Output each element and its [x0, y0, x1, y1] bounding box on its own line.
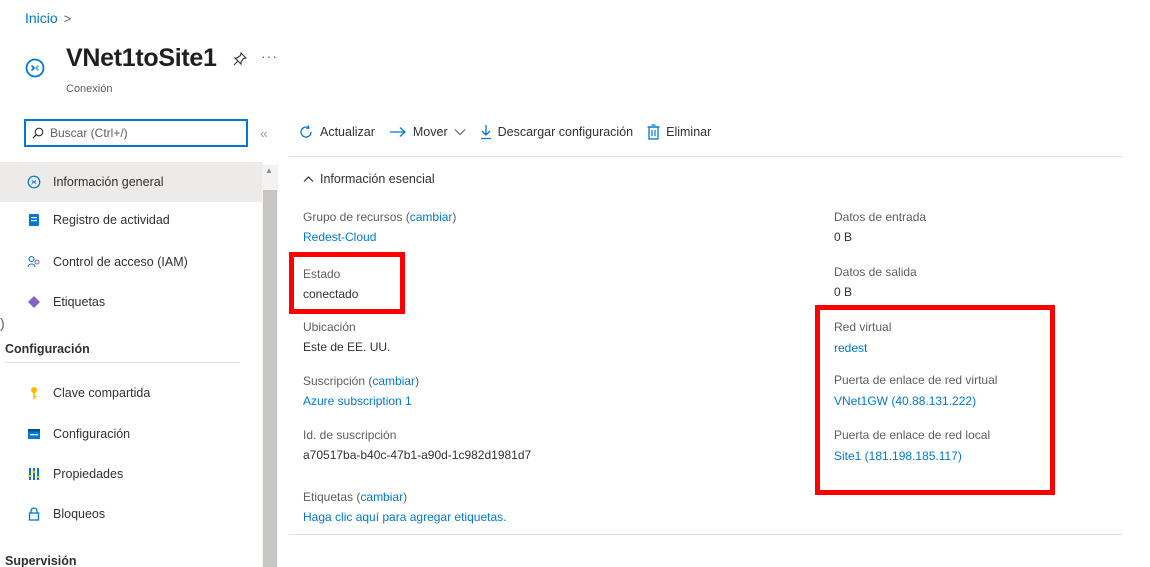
- arrow-right-icon: [389, 127, 406, 137]
- sidebar-item-tags[interactable]: Etiquetas: [0, 282, 262, 322]
- sidebar-item-locks[interactable]: Bloqueos: [0, 494, 262, 534]
- refresh-icon: [300, 125, 312, 138]
- sidebar-item-label: Información general: [53, 175, 164, 189]
- data-out-value: 0 B: [834, 285, 853, 299]
- sidebar-item-label: Etiquetas: [53, 295, 106, 309]
- sidebar-item-configuration[interactable]: Configuración: [0, 414, 262, 454]
- download-label: Descargar configuración: [497, 125, 634, 139]
- sidebar-item-label: Control de acceso (IAM): [53, 255, 188, 269]
- sidebar-item-shared-key[interactable]: Clave compartida: [0, 373, 262, 413]
- section-divider: [5, 362, 240, 363]
- subscription-label: Suscripción (cambiar): [303, 374, 420, 388]
- scroll-up-arrow-icon[interactable]: ▲: [265, 166, 273, 175]
- sidebar-item-properties[interactable]: Propiedades: [0, 454, 262, 494]
- data-in-label: Datos de entrada: [834, 210, 927, 224]
- chevron-up-icon: [303, 176, 314, 182]
- essentials-divider: [289, 534, 1122, 535]
- page-title: VNet1toSite1: [66, 44, 217, 72]
- subscription-change-link[interactable]: cambiar: [372, 374, 415, 388]
- download-icon: [480, 125, 491, 140]
- sidebar-item-overview[interactable]: Información general: [0, 162, 262, 202]
- collapse-sidebar-icon[interactable]: «: [260, 125, 268, 141]
- sidebar-section-monitoring: Supervisión: [5, 554, 77, 567]
- sidebar: Información general Registro de activida…: [0, 158, 262, 567]
- subscription-id-value: a70517ba-b40c-47b1-a90d-1c982d1981d7: [303, 448, 532, 462]
- resource-group-value[interactable]: Redest-Cloud: [303, 230, 376, 244]
- search-box[interactable]: [24, 119, 248, 147]
- settings-icon: [27, 427, 41, 441]
- subscription-id-label: Id. de suscripción: [303, 428, 397, 442]
- more-options-icon[interactable]: ···: [261, 48, 278, 64]
- delete-icon: [647, 124, 660, 140]
- sidebar-item-label: Configuración: [53, 427, 131, 441]
- sidebar-item-activity-log[interactable]: Registro de actividad: [0, 200, 262, 240]
- breadcrumb-home-link[interactable]: Inicio: [25, 10, 58, 26]
- move-label: Mover: [412, 125, 448, 139]
- delete-label: Eliminar: [666, 125, 712, 139]
- sidebar-item-label: Registro de actividad: [53, 213, 170, 227]
- breadcrumb-separator: >: [63, 10, 72, 26]
- download-config-button[interactable]: Descargar configuración: [480, 124, 634, 140]
- sidebar-scrollbar-thumb[interactable]: [263, 190, 277, 567]
- refresh-label: Actualizar: [320, 125, 375, 139]
- search-input[interactable]: [50, 126, 230, 140]
- sidebar-section-configuration: Configuración: [5, 342, 90, 356]
- essentials-title: Información esencial: [320, 172, 435, 186]
- location-value: Este de EE. UU.: [303, 340, 391, 354]
- tag-icon: [27, 295, 41, 309]
- sidebar-item-label: Clave compartida: [53, 386, 151, 400]
- add-tags-link[interactable]: Haga clic aquí para agregar etiquetas.: [303, 510, 506, 524]
- network-highlight-box: [815, 305, 1055, 495]
- iam-icon: [27, 255, 41, 269]
- search-icon: [32, 127, 44, 139]
- delete-button[interactable]: Eliminar: [647, 124, 711, 140]
- properties-icon: [27, 467, 41, 481]
- status-highlight-box: [289, 252, 405, 314]
- tags-label: Etiquetas (cambiar): [303, 490, 408, 504]
- location-label: Ubicación: [303, 320, 356, 334]
- refresh-button[interactable]: Actualizar: [298, 124, 375, 140]
- toolbar-divider: [289, 156, 1122, 157]
- tags-change-link[interactable]: cambiar: [360, 490, 403, 504]
- resource-group-label: Grupo de recursos (cambiar): [303, 210, 457, 224]
- subscription-value[interactable]: Azure subscription 1: [303, 394, 412, 408]
- resource-group-change-link[interactable]: cambiar: [410, 210, 453, 224]
- data-in-value: 0 B: [834, 230, 853, 244]
- sidebar-item-label: Propiedades: [53, 467, 124, 481]
- connection-icon: [25, 58, 45, 78]
- breadcrumb: Inicio >: [25, 10, 71, 26]
- left-edge-chevron-icon: ): [0, 315, 5, 331]
- sidebar-item-label: Bloqueos: [53, 507, 106, 521]
- lock-icon: [27, 507, 41, 521]
- essentials-toggle[interactable]: Información esencial: [303, 172, 435, 186]
- pin-icon[interactable]: [232, 51, 248, 67]
- overview-icon: [27, 175, 41, 189]
- chevron-down-icon: [454, 129, 466, 136]
- activity-log-icon: [27, 213, 41, 227]
- sidebar-item-iam[interactable]: Control de acceso (IAM): [0, 242, 262, 282]
- key-icon: [27, 386, 41, 400]
- command-bar: Actualizar Mover Descargar configuración…: [298, 124, 711, 140]
- data-out-label: Datos de salida: [834, 265, 917, 279]
- move-button[interactable]: Mover: [389, 125, 466, 139]
- resource-type: Conexión: [66, 83, 113, 95]
